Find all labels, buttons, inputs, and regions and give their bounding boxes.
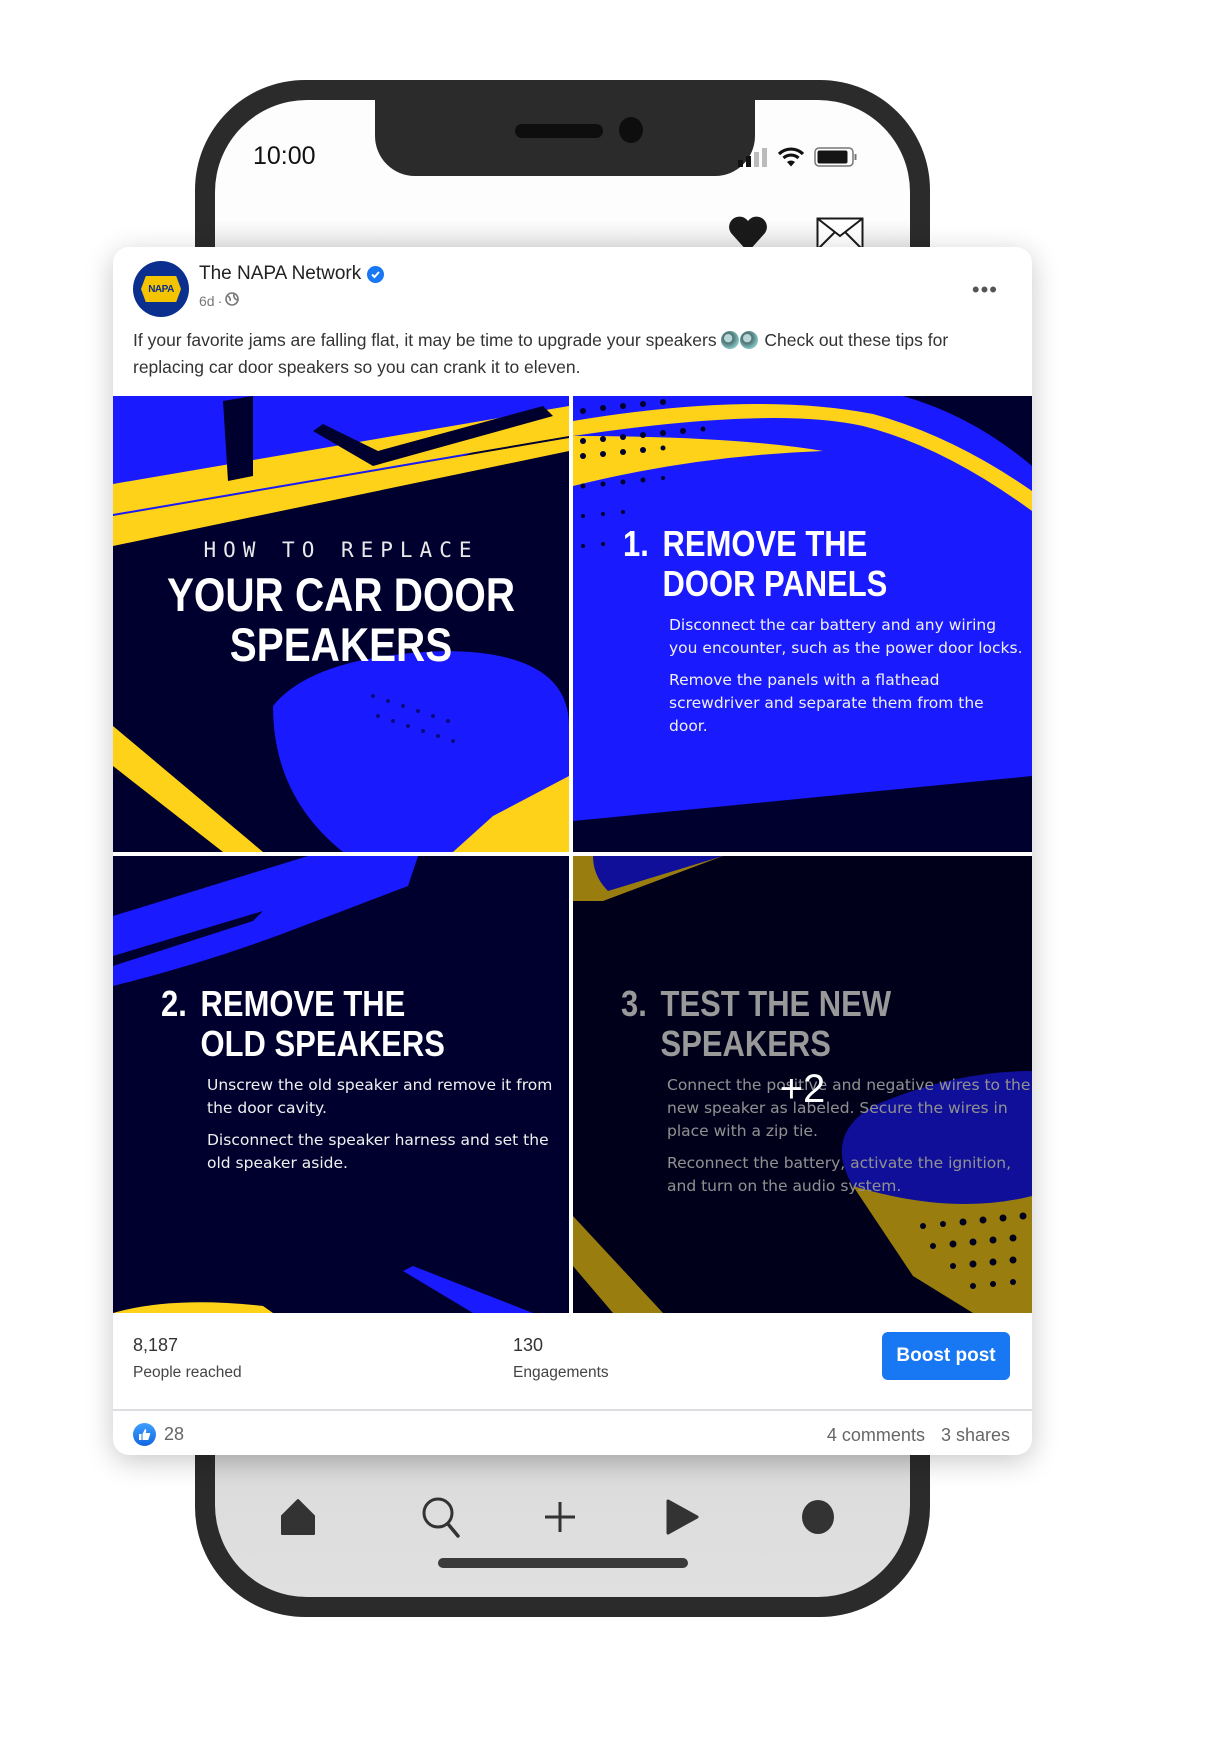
- step-title-line2: DOOR PANELS: [662, 563, 888, 604]
- page-name-row: The NAPA Network: [199, 263, 385, 285]
- like-icon: [133, 1423, 156, 1446]
- home-indicator[interactable]: [438, 1558, 688, 1568]
- reach-label: People reached: [133, 1364, 242, 1381]
- status-icons: [738, 146, 858, 173]
- more-images-overlay[interactable]: +2: [573, 856, 1032, 1313]
- reactions-summary[interactable]: 28: [133, 1423, 184, 1446]
- post-age[interactable]: 6d: [199, 293, 215, 309]
- front-camera: [619, 117, 643, 143]
- step-title-line2: OLD SPEAKERS: [200, 1023, 445, 1064]
- step-paragraph: Remove the panels with a flathead screwd…: [669, 671, 984, 735]
- profile-icon[interactable]: [796, 1495, 840, 1539]
- earpiece: [515, 124, 603, 138]
- image-tile-step-1[interactable]: 1. REMOVE THE DOOR PANELS Disconnect the …: [573, 396, 1032, 852]
- post-image-grid: HOW TO REPLACE YOUR CAR DOOR SPEAKERS 1.…: [113, 396, 1032, 1313]
- post-caption: If your favorite jams are falling flat, …: [133, 327, 993, 381]
- step-2-body: Unscrew the old speaker and remove it fr…: [207, 1074, 561, 1175]
- step-2-text: 2. REMOVE THE OLD SPEAKERS Unscrew the ol…: [161, 984, 561, 1184]
- post-meta: 6d ·: [199, 292, 240, 309]
- more-options-button[interactable]: •••: [972, 279, 998, 301]
- bottom-nav: [215, 1495, 910, 1538]
- reactions-count: 28: [164, 1424, 185, 1444]
- step-1-text: 1. REMOVE THE DOOR PANELS Disconnect the …: [623, 524, 1023, 747]
- speaker-emoji-icon: [721, 331, 740, 349]
- step-paragraph: Disconnect the speaker harness and set t…: [207, 1131, 549, 1172]
- verified-badge-icon: [367, 265, 385, 283]
- image-tile-step-3[interactable]: 3. TEST THE NEW SPEAKERS Connect the posi…: [573, 856, 1032, 1313]
- status-time: 10:00: [253, 142, 316, 170]
- engagement-label: Engagements: [513, 1364, 609, 1381]
- divider: [113, 1409, 1032, 1411]
- search-icon[interactable]: [420, 1495, 464, 1539]
- step-2-title: 2. REMOVE THE OLD SPEAKERS: [161, 984, 505, 1064]
- engagement-summary: 4 comments 3 shares: [827, 1425, 1010, 1446]
- step-number: 2.: [161, 983, 187, 1024]
- step-paragraph: Unscrew the old speaker and remove it fr…: [207, 1076, 553, 1117]
- engagement-value: 130: [513, 1335, 544, 1355]
- page-name[interactable]: The NAPA Network: [199, 263, 361, 285]
- add-icon[interactable]: [538, 1495, 582, 1539]
- step-number: 1.: [623, 523, 649, 564]
- engagement-stat[interactable]: 130 Engagements: [513, 1335, 609, 1382]
- globe-icon: [225, 292, 240, 309]
- logo-text: NAPA: [148, 283, 174, 295]
- reach-value: 8,187: [133, 1335, 179, 1355]
- more-images-count: +2: [779, 1067, 826, 1111]
- post-header: NAPA The NAPA Network 6d · •••: [133, 261, 1012, 321]
- caption-text-1: If your favorite jams are falling flat, …: [133, 330, 717, 350]
- phone-notch: [375, 100, 755, 176]
- image-tile-cover[interactable]: HOW TO REPLACE YOUR CAR DOOR SPEAKERS: [113, 396, 569, 852]
- cover-text: HOW TO REPLACE YOUR CAR DOOR SPEAKERS: [113, 538, 569, 670]
- wifi-icon: [777, 147, 805, 172]
- napa-logo: NAPA: [141, 276, 181, 302]
- step-1-title: 1. REMOVE THE DOOR PANELS: [623, 524, 967, 604]
- step-paragraph: Disconnect the car battery and any wirin…: [669, 616, 1023, 657]
- play-icon[interactable]: [660, 1495, 704, 1539]
- signal-icon: [738, 147, 768, 172]
- step-title-line1: REMOVE THE: [200, 983, 406, 1024]
- home-icon[interactable]: [276, 1495, 320, 1539]
- cover-kicker: HOW TO REPLACE: [203, 538, 479, 562]
- comments-count[interactable]: 4 comments: [827, 1425, 925, 1446]
- cover-headline-line2: SPEAKERS: [229, 618, 453, 671]
- cover-headline-line1: YOUR CAR DOOR: [166, 568, 516, 621]
- shares-count[interactable]: 3 shares: [941, 1425, 1010, 1446]
- boost-post-button[interactable]: Boost post: [882, 1332, 1010, 1380]
- reach-stat[interactable]: 8,187 People reached: [133, 1335, 242, 1382]
- battery-icon: [814, 146, 858, 173]
- meta-separator: ·: [217, 292, 223, 309]
- step-1-body: Disconnect the car battery and any wirin…: [669, 614, 1023, 738]
- speaker-emoji-icon: [740, 331, 759, 349]
- post-insights: 8,187 People reached 130 Engagements Boo…: [113, 1313, 1032, 1410]
- step-title-line1: REMOVE THE: [662, 523, 868, 564]
- post-card: NAPA The NAPA Network 6d · ••• If your f…: [113, 247, 1032, 1455]
- page-avatar[interactable]: NAPA: [133, 261, 189, 317]
- image-tile-step-2[interactable]: 2. REMOVE THE OLD SPEAKERS Unscrew the ol…: [113, 856, 569, 1313]
